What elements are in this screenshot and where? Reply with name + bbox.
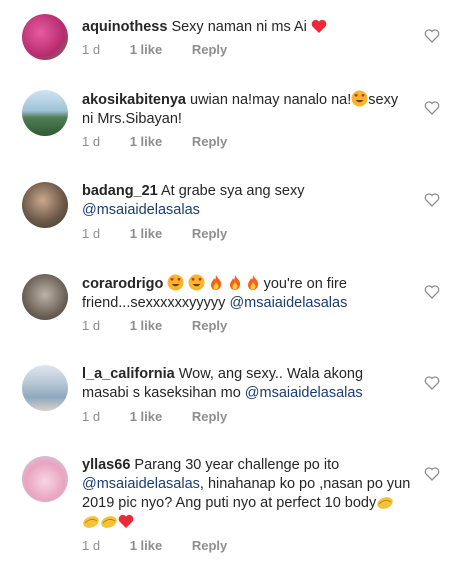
avatar[interactable] — [22, 365, 68, 411]
like-count[interactable]: 1 like — [130, 134, 163, 149]
avatar[interactable] — [22, 90, 68, 136]
avatar[interactable] — [22, 14, 68, 60]
like-heart-icon[interactable] — [424, 28, 440, 44]
username[interactable]: akosikabitenya — [82, 92, 186, 108]
timestamp: 1 d — [82, 134, 101, 149]
comment-meta: 1 d 1 like Reply — [82, 42, 253, 57]
comment-text: akosikabitenya uwian na!may nanalo na! se… — [82, 90, 412, 129]
reply-button[interactable]: Reply — [192, 226, 227, 241]
comment-text: l_a_california Wow, ang sexy.. Wala akon… — [82, 365, 412, 403]
reply-button[interactable]: Reply — [192, 318, 227, 333]
username[interactable]: yllas66 — [82, 457, 130, 473]
red-heart-emoji-icon — [311, 19, 327, 33]
like-heart-icon[interactable] — [424, 375, 440, 391]
user-mention-link[interactable]: @msaiaidelasalas — [82, 202, 200, 218]
timestamp: 1 d — [82, 42, 101, 57]
emoji-row — [167, 274, 263, 292]
user-mention-link[interactable]: @msaiaidelasalas — [245, 385, 363, 401]
comment-meta: 1 d 1 like Reply — [82, 134, 253, 149]
avatar[interactable] — [22, 182, 68, 228]
like-count[interactable]: 1 like — [130, 538, 163, 553]
timestamp: 1 d — [82, 226, 101, 241]
username[interactable]: aquinothess — [82, 19, 167, 35]
comment-meta: 1 d 1 like Reply — [82, 409, 253, 424]
comment-text: corarodrigo you're on fire friend...sexx… — [82, 274, 412, 313]
comment-body: Sexy naman ni ms Ai — [171, 19, 307, 35]
user-mention-link[interactable]: @msaiaidelasalas — [229, 295, 347, 311]
like-heart-icon[interactable] — [424, 100, 440, 116]
fire-emoji-icon — [229, 275, 240, 290]
comment-text: yllas66 Parang 30 year challenge po ito … — [82, 456, 412, 532]
comment-body: At grabe sya ang sexy — [160, 183, 305, 199]
comment-text: badang_21 At grabe sya ang sexy @msaiaid… — [82, 182, 412, 220]
comment-meta: 1 d 1 like Reply — [82, 318, 253, 333]
user-mention-link[interactable]: @msaiaidelasalas — [82, 476, 200, 492]
comment-meta: 1 d 1 like Reply — [82, 226, 253, 241]
timestamp: 1 d — [82, 318, 101, 333]
comment-body: Parang 30 year challenge po ito — [134, 457, 340, 473]
heart-eyes-emoji-icon — [188, 274, 205, 291]
reply-button[interactable]: Reply — [192, 42, 227, 57]
reply-button[interactable]: Reply — [192, 134, 227, 149]
like-heart-icon[interactable] — [424, 466, 440, 482]
username[interactable]: l_a_california — [82, 366, 175, 382]
like-count[interactable]: 1 like — [130, 318, 163, 333]
clapping-hands-emoji-icon — [83, 516, 99, 528]
like-heart-icon[interactable] — [424, 192, 440, 208]
like-count[interactable]: 1 like — [130, 409, 163, 424]
heart-eyes-emoji-icon — [351, 90, 368, 107]
comment-text: aquinothess Sexy naman ni ms Ai — [82, 18, 412, 37]
like-count[interactable]: 1 like — [130, 42, 163, 57]
username[interactable]: corarodrigo — [82, 276, 163, 292]
clapping-hands-emoji-icon — [377, 497, 393, 509]
red-heart-emoji-icon — [118, 514, 134, 528]
fire-emoji-icon — [211, 275, 222, 290]
reply-button[interactable]: Reply — [192, 409, 227, 424]
username[interactable]: badang_21 — [82, 183, 158, 199]
avatar[interactable] — [22, 456, 68, 502]
comment-body: uwian na!may nanalo na! — [190, 92, 352, 108]
avatar[interactable] — [22, 274, 68, 320]
heart-eyes-emoji-icon — [167, 274, 184, 291]
reply-button[interactable]: Reply — [192, 538, 227, 553]
comment-meta: 1 d 1 like Reply — [82, 538, 253, 553]
like-heart-icon[interactable] — [424, 284, 440, 300]
timestamp: 1 d — [82, 538, 101, 553]
timestamp: 1 d — [82, 409, 101, 424]
clapping-hands-emoji-icon — [101, 516, 117, 528]
like-count[interactable]: 1 like — [130, 226, 163, 241]
fire-emoji-icon — [247, 275, 258, 290]
